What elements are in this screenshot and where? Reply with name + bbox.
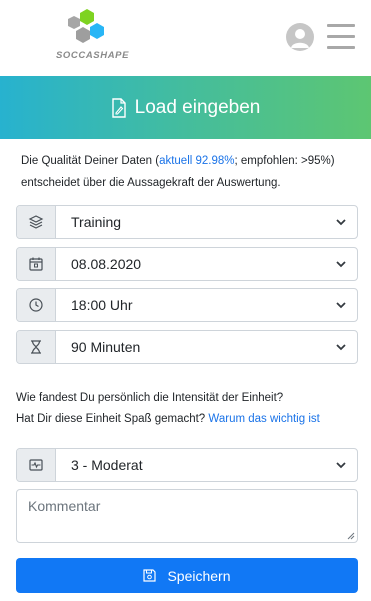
why-important-link[interactable]: Warum das wichtig ist [208,413,319,425]
soccashape-logo[interactable]: SOCCASHAPE [56,9,130,63]
hamburger-menu-icon[interactable] [327,24,355,50]
page-title: Load eingeben [134,96,261,118]
resize-grip-icon[interactable] [347,532,355,540]
logo-text: SOCCASHAPE [56,50,130,61]
page-header-banner: Load eingeben [0,76,371,139]
hexagons-logo-icon [68,9,104,43]
intensity-select-group: 3 - Moderat [16,448,358,482]
question-line-1: Wie fandest Du persönlich die Intensität… [16,392,284,404]
clock-icon [17,289,56,321]
duration-select-value: 90 Minuten [71,339,141,355]
chevron-down-icon [336,302,346,309]
quality-prefix: Die Qualität Deiner Daten ( [21,155,160,167]
intensity-select[interactable]: 3 - Moderat [56,449,357,481]
chevron-down-icon [336,261,346,268]
file-edit-icon [111,97,126,118]
type-select-value: Training [71,214,122,230]
date-select-group: 08.08.2020 [16,247,358,281]
intensity-select-value: 3 - Moderat [71,457,143,473]
top-navigation: SOCCASHAPE [0,0,371,76]
chevron-down-icon [336,344,346,351]
save-icon [143,569,157,582]
chevron-down-icon [336,462,346,469]
date-select-value: 08.08.2020 [71,256,142,272]
calendar-icon [17,248,56,280]
type-select[interactable]: Training [56,206,357,238]
activity-icon [17,449,56,481]
layers-icon [17,206,56,238]
duration-select[interactable]: 90 Minuten [56,331,357,363]
date-select[interactable]: 08.08.2020 [56,248,357,280]
quality-current-link[interactable]: aktuell 92.98% [159,155,234,167]
duration-select-group: 90 Minuten [16,330,358,364]
save-button-label: Speichern [167,567,231,584]
data-quality-note: Die Qualität Deiner Daten (aktuell 92.98… [21,150,356,194]
time-select-value: 18:00 Uhr [71,297,133,313]
comment-field[interactable] [16,489,358,543]
chevron-down-icon [336,219,346,226]
save-button[interactable]: Speichern [16,558,358,593]
question-line-2: Hat Dir diese Einheit Spaß gemacht? [16,413,206,425]
hourglass-icon [17,331,56,363]
time-select-group: 18:00 Uhr [16,288,358,322]
user-avatar-icon[interactable] [286,23,314,51]
time-select[interactable]: 18:00 Uhr [56,289,357,321]
intensity-question: Wie fandest Du persönlich die Intensität… [16,388,356,430]
type-select-group: Training [16,205,358,239]
